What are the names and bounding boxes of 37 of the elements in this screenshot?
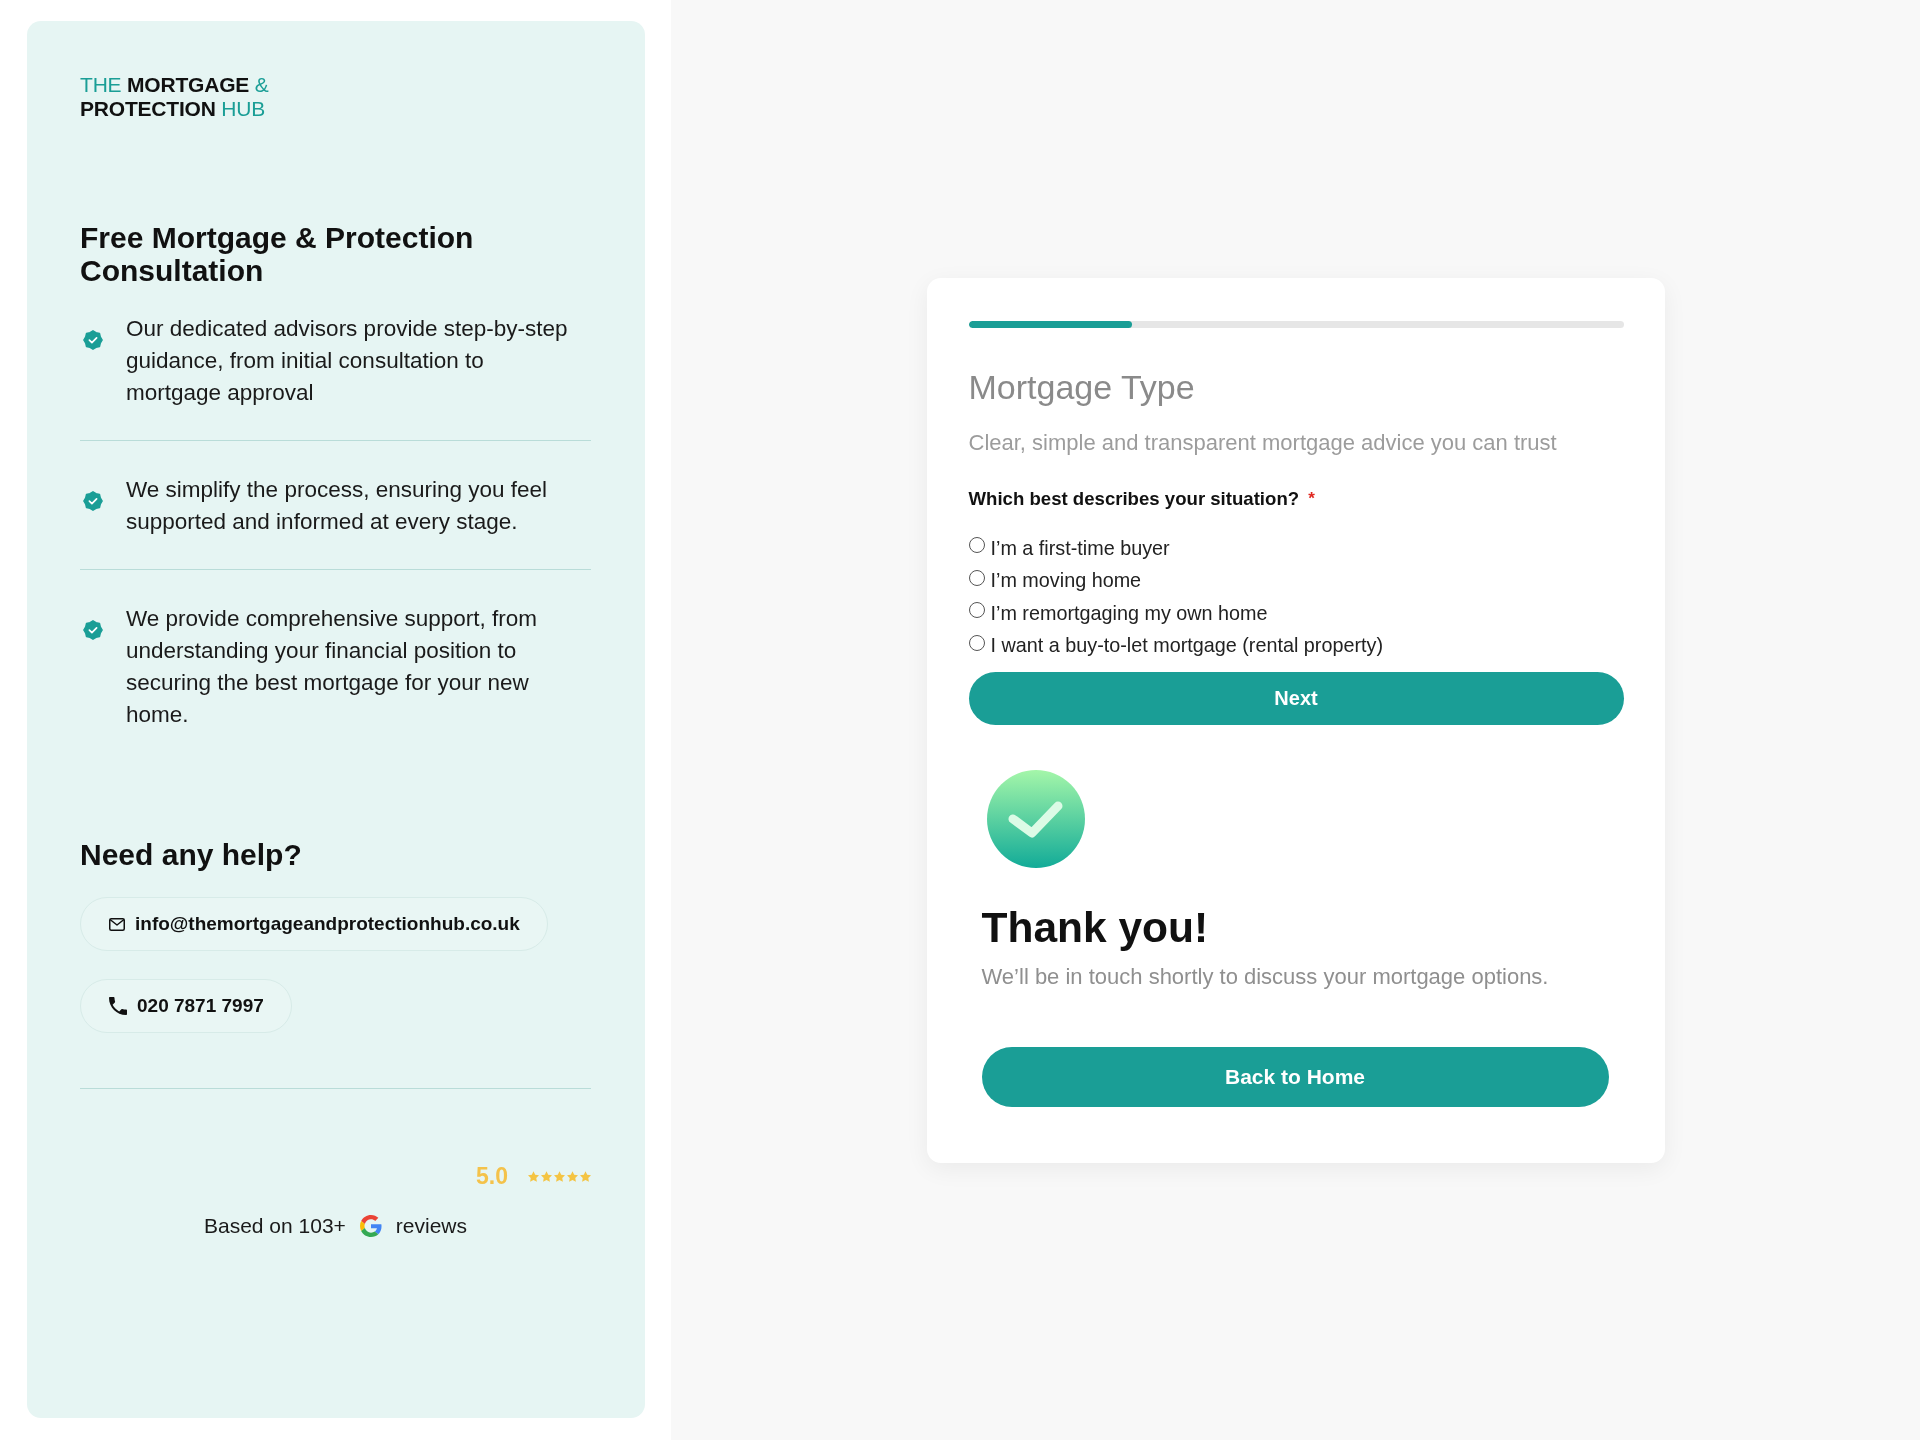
star-icon bbox=[528, 1170, 539, 1182]
form-subtitle: Clear, simple and transparent mortgage advice you can trust bbox=[968, 429, 1558, 456]
option-label[interactable]: I’m moving home bbox=[990, 568, 1142, 593]
email-link[interactable]: info@themortgageandprotectionhub.co.uk bbox=[80, 897, 548, 951]
verified-badge-icon bbox=[83, 330, 103, 350]
check-circle-icon bbox=[986, 769, 1085, 868]
radio-button[interactable] bbox=[968, 569, 985, 586]
rating-score: 5.0 bbox=[476, 1162, 508, 1191]
verified-badge-icon bbox=[83, 620, 103, 640]
thank-you-message: We’ll be in touch shortly to discuss your mortgage options. bbox=[981, 962, 1550, 991]
radio-button[interactable] bbox=[968, 602, 985, 619]
form-title: Mortgage Type bbox=[968, 366, 1196, 407]
feature-text: We simplify the process, ensuring you feel supported and informed at every stage. bbox=[126, 476, 549, 536]
option-label[interactable]: I want a buy-to-let mortgage (rental property) bbox=[990, 633, 1383, 658]
brand-logo: THE MORTGAGE & PROTECTION HUB bbox=[80, 73, 269, 121]
help-heading: Need any help? bbox=[80, 837, 303, 873]
phone-link[interactable]: 020 7871 7997 bbox=[80, 979, 292, 1033]
g-logo-icon bbox=[359, 1215, 382, 1237]
question-label: Which best describes your situation? bbox=[968, 486, 1300, 511]
radio-button[interactable] bbox=[968, 537, 985, 554]
feature-text: Our dedicated advisors provide step-by-step guidance, from initial consultation to mortgage approval bbox=[126, 315, 569, 407]
feature-text: We provide comprehensive support, from understanding your financial position to securing the best mortgage for your new home. bbox=[126, 605, 539, 729]
mail-icon bbox=[109, 917, 125, 931]
star-icon bbox=[567, 1170, 578, 1182]
option-label[interactable]: I’m a first-time buyer bbox=[990, 535, 1170, 560]
star-icon bbox=[580, 1170, 591, 1182]
thank-you-heading: Thank you! bbox=[981, 902, 1210, 953]
required-mark: * bbox=[1308, 487, 1315, 510]
verified-badge-icon bbox=[83, 491, 103, 511]
review-count-text: Based on 103+ bbox=[203, 1213, 346, 1239]
panel-heading: Free Mortgage & Protection Consultation bbox=[80, 221, 475, 287]
star-icon bbox=[554, 1170, 565, 1182]
radio-button[interactable] bbox=[968, 634, 985, 651]
reviews-text: reviews bbox=[395, 1213, 468, 1239]
phone-icon bbox=[109, 997, 127, 1015]
option-label[interactable]: I’m remortgaging my own home bbox=[990, 600, 1268, 625]
star-icon bbox=[541, 1170, 552, 1182]
